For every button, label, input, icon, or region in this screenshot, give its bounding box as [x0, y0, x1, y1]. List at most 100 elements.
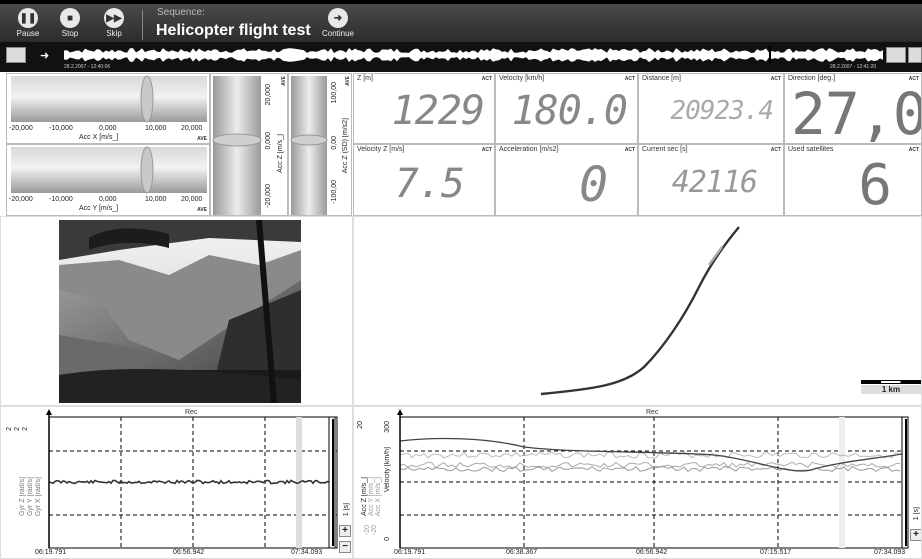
x-tick-label: 06:38.367	[506, 549, 538, 556]
display-value: 0	[579, 157, 608, 213]
tick-label: -20,000	[265, 184, 272, 208]
skip-button[interactable]: ▶▶ Skip	[96, 8, 132, 38]
acc-z-sd-panel: 100,00 0,00 -100,00 Acc Z (SD) [m/s2] AV…	[288, 73, 352, 216]
display-acceleration: Acceleration [m/s2] ACT 0	[495, 144, 638, 216]
tick-label: -100,00	[331, 180, 338, 204]
tick-label: 10,000	[145, 196, 167, 203]
zoom-label: 1 [s]	[343, 503, 350, 517]
series-label: Gyr Y [rad/s]	[27, 477, 34, 517]
series-label: Gyr X [rad/s]	[35, 477, 42, 517]
arrow-right-icon[interactable]: ➜	[40, 49, 49, 62]
tick-label: 20,000	[181, 125, 203, 132]
skip-icon: ▶▶	[106, 12, 122, 24]
acc-x-label: Acc X [m/s_]	[79, 134, 119, 141]
acc-y-label: Acc Y [m/s_]	[79, 205, 119, 212]
chart-title: Rec	[646, 409, 659, 416]
overview-left-button[interactable]	[6, 47, 26, 63]
y-tick-label: 0	[384, 537, 391, 541]
cockpit-video-frame[interactable]	[59, 220, 301, 403]
gyro-chart-panel: Rec 2 2 2 Gyr Z [rad/s] Gyr Y [rad/s] Gy…	[0, 406, 353, 559]
series-label: Velocity [km/h]	[384, 447, 391, 493]
act-badge: ACT	[770, 147, 781, 153]
pause-button[interactable]: ❚❚ Pause	[10, 8, 46, 38]
sequence-label: Sequence:	[157, 7, 205, 18]
tick-label: 10,000	[145, 125, 167, 132]
tick-label: 0,000	[99, 196, 117, 203]
tick-label: -10,000	[49, 196, 73, 203]
acc-x-panel: -20,000 -10,000 0,000 10,000 20,000 Acc …	[6, 73, 210, 144]
display-caption: Acceleration [m/s2]	[499, 146, 559, 153]
display-distance: Distance [m] ACT 20923.4	[638, 73, 784, 144]
map-scale-bar: 1 km	[861, 380, 921, 396]
act-badge: ACT	[908, 147, 919, 153]
tick-label: -20,000	[9, 196, 33, 203]
chart-title: Rec	[185, 409, 198, 416]
ave-badge: AVE	[345, 76, 351, 86]
display-value: 1229	[391, 88, 485, 134]
act-badge: ACT	[624, 147, 635, 153]
tick-label: 20,000	[181, 196, 203, 203]
display-value: 42116	[671, 165, 758, 200]
gps-track-map[interactable]: 1 km	[353, 216, 922, 406]
display-value: 27,0	[791, 80, 922, 144]
overview-waveform[interactable]	[64, 46, 884, 64]
tick-label: 0,000	[99, 125, 117, 132]
x-tick-label: 07:34.093	[291, 549, 323, 556]
acc-z-sd-label: Acc Z (SD) [m/s2]	[342, 118, 349, 174]
act-badge: ACT	[624, 76, 635, 82]
y-tick-label: -20	[364, 525, 371, 536]
display-direction: Direction [deg.] ACT 27,0	[784, 73, 922, 144]
zoom-in-button[interactable]: +	[339, 525, 351, 537]
display-value: 20923.4	[670, 96, 774, 126]
series-label: Acc Y [m/s_]	[368, 477, 375, 517]
display-used-satellites: Used satellites ACT 6	[784, 144, 922, 216]
ave-badge: AVE	[281, 76, 287, 86]
toolbar-divider	[142, 10, 143, 40]
y-tick-label: 2	[22, 427, 29, 431]
overview-strip[interactable]: ➜ 28.2.2007 - 12:40:06 28.2.2007 - 12:41…	[0, 42, 922, 72]
video-panel	[0, 216, 353, 406]
display-caption: Z [m]	[357, 75, 373, 82]
overview-right-button[interactable]	[908, 47, 922, 63]
y-tick-label: 300	[384, 421, 391, 433]
continue-button[interactable]: ➜ Continue	[320, 8, 356, 38]
stop-icon: ■	[66, 12, 74, 24]
zoom-in-button[interactable]: +	[910, 529, 921, 541]
display-caption: Velocity Z [m/s]	[357, 146, 405, 153]
x-tick-label: 06:19.791	[35, 549, 67, 556]
pause-label: Pause	[16, 29, 40, 38]
flight-track	[540, 226, 740, 396]
y-tick-label: 20	[357, 421, 364, 429]
tick-label: -20,000	[9, 125, 33, 132]
act-badge: ACT	[481, 147, 492, 153]
display-value: 7.5	[394, 161, 465, 207]
overview-start-time: 28.2.2007 - 12:40:06	[64, 64, 111, 70]
skip-label: Skip	[106, 29, 122, 38]
y-tick-label: -20	[371, 525, 378, 536]
zoom-label: 1 [s]	[913, 507, 920, 521]
display-current-sec: Current sec [s] ACT 42116	[638, 144, 784, 216]
display-caption: Current sec [s]	[642, 146, 688, 153]
tick-label: 20,000	[265, 84, 272, 106]
x-tick-label: 06:56.942	[636, 549, 668, 556]
tick-label: -10,000	[49, 125, 73, 132]
display-value: 6	[858, 153, 892, 216]
stop-label: Stop	[61, 29, 79, 38]
act-badge: ACT	[770, 76, 781, 82]
toolbar: ❚❚ Pause ■ Stop ▶▶ Skip Sequence: Helico…	[0, 0, 922, 42]
tick-label: 0,000	[265, 132, 272, 150]
gyro-chart[interactable]	[1, 407, 353, 559]
acc-velocity-chart[interactable]	[354, 407, 922, 559]
acc-z-label: Acc Z [m/s_]	[277, 134, 284, 173]
display-caption: Velocity [km/h]	[499, 75, 545, 82]
acc-z-panel: 20,000 0,000 -20,000 Acc Z [m/s_] AVE	[210, 73, 288, 216]
x-tick-label: 06:56.942	[173, 549, 205, 556]
overview-zoom-button[interactable]	[886, 47, 906, 63]
display-velocity-z: Velocity Z [m/s] ACT 7.5	[353, 144, 495, 216]
series-label: Acc X [m/s_]	[375, 477, 382, 517]
x-tick-label: 06:19.791	[394, 549, 426, 556]
sequence-title: Helicopter flight test	[156, 22, 311, 39]
stop-button[interactable]: ■ Stop	[52, 8, 88, 38]
zoom-out-button[interactable]: −	[339, 541, 351, 553]
continue-arrow-icon: ➜	[333, 12, 343, 24]
